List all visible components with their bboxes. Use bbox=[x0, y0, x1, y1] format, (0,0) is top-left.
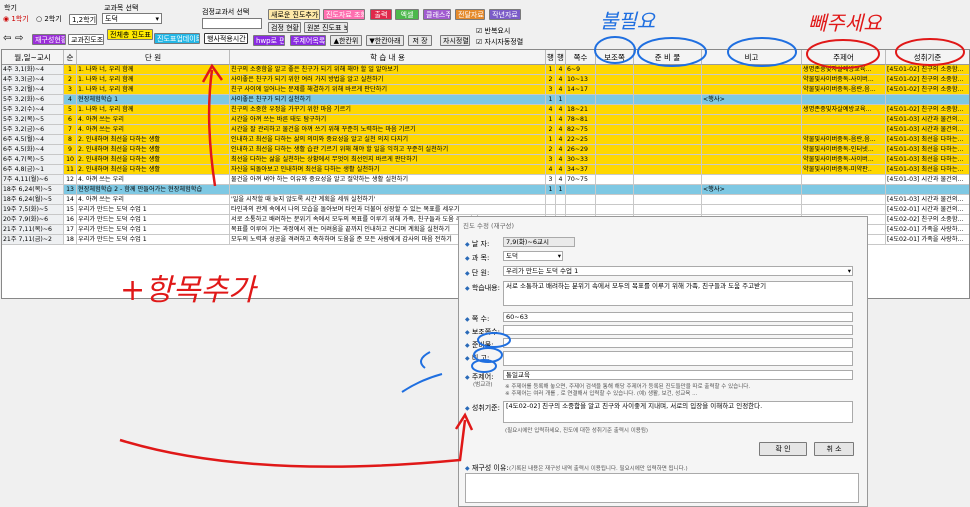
annotation-not-needed: 불필요 bbox=[600, 9, 657, 33]
circle-theme-column bbox=[806, 39, 880, 69]
circle-aux-field bbox=[477, 332, 511, 348]
annotation-add-field: +항목추가 bbox=[120, 273, 259, 308]
blue-arrow-mark bbox=[401, 351, 443, 393]
annotation-remove: 빼주세요 bbox=[808, 11, 883, 35]
annotation-layer: 불필요 빼주세요 +항목추가 bbox=[119, 9, 965, 468]
red-arrow-line bbox=[207, 69, 217, 187]
circle-aux-column bbox=[594, 36, 636, 64]
circle-standard-column bbox=[895, 38, 965, 66]
circle-note-column bbox=[727, 37, 797, 67]
red-underline-arrow bbox=[119, 419, 467, 468]
circle-prep-column bbox=[637, 37, 707, 67]
